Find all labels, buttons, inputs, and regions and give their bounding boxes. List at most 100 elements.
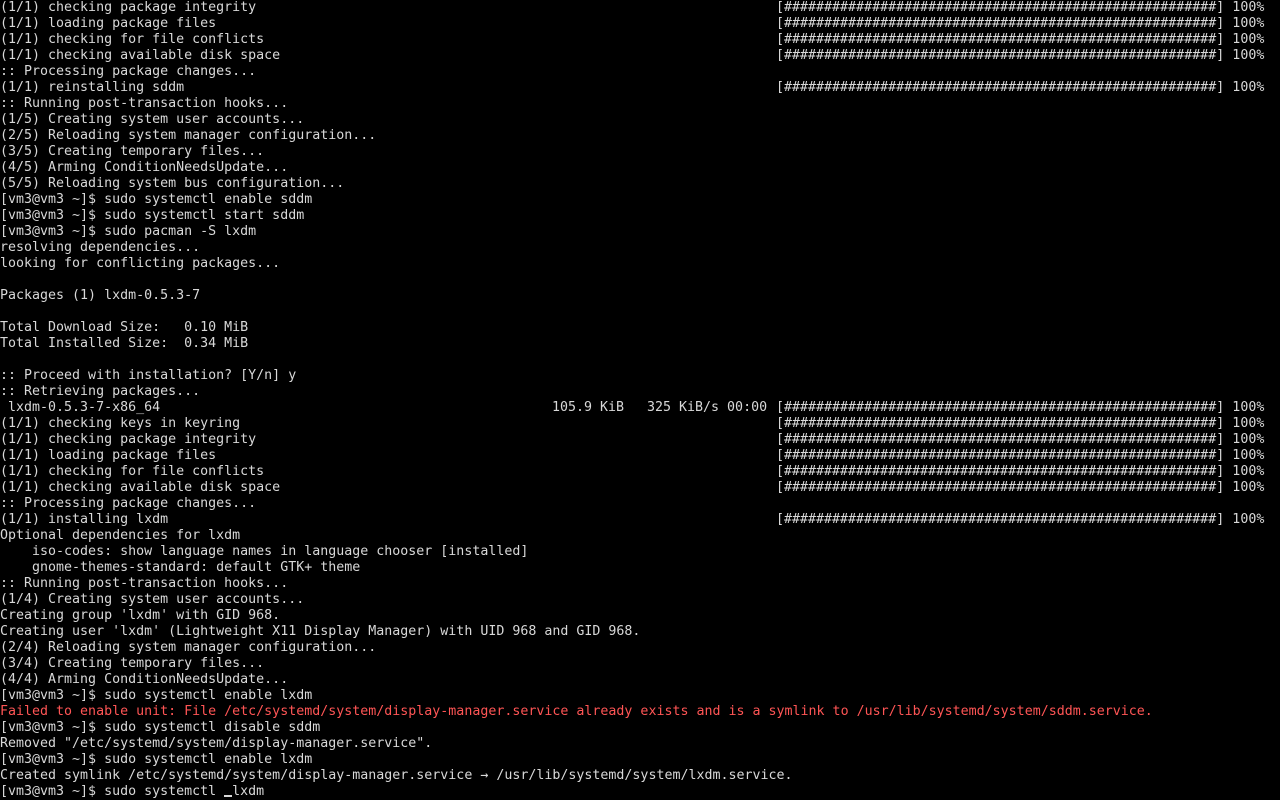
output-line: (1/1) checking package integrity [#######… [0,432,1280,448]
output-line: looking for conflicting packages... [0,256,1280,272]
command-prompt-line[interactable]: [vm3@vm3 ~]$ sudo systemctl lxdm [0,784,1280,800]
progress-bar: [#######################################… [776,512,1265,527]
output-line: Creating user 'lxdm' (Lightweight X11 Di… [0,624,1280,640]
output-line: (1/1) installing lxdm [##################… [0,512,1280,528]
download-rate: 325 KiB/s 00:00 [647,400,768,415]
progress-bar: [#######################################… [776,464,1265,479]
output-text: (2/5) Reloading system manager configura… [0,128,377,143]
output-text: gnome-themes-standard: default GTK+ them… [0,560,361,575]
output-text: :: Proceed with installation? [Y/n] y [0,368,297,383]
output-text: (1/4) Creating system user accounts... [0,592,305,607]
output-line: (1/1) checking for file conflicts [######… [0,32,1280,48]
output-text: [vm3@vm3 ~]$ sudo systemctl start sddm [0,208,305,223]
output-line: (1/1) checking available disk space [####… [0,480,1280,496]
output-line: Removed "/etc/systemd/system/display-man… [0,736,1280,752]
output-text: :: Running post-transaction hooks... [0,576,289,591]
output-text: Optional dependencies for lxdm [0,528,241,543]
progress-bar: [#######################################… [776,80,1265,95]
output-text: (1/1) loading package files [0,448,217,463]
output-line: gnome-themes-standard: default GTK+ them… [0,560,1280,576]
output-text: (3/5) Creating temporary files... [0,144,265,159]
progress-bar: [#######################################… [776,416,1265,431]
output-line: (1/1) checking for file conflicts [######… [0,464,1280,480]
output-line: [vm3@vm3 ~]$ sudo systemctl enable sddm [0,192,1280,208]
output-line: [vm3@vm3 ~]$ sudo pacman -S lxdm [0,224,1280,240]
output-text: Created symlink /etc/systemd/system/disp… [0,768,793,783]
output-line: (1/1) checking package integrity [#######… [0,0,1280,16]
output-text: Packages (1) lxdm-0.5.3-7 [0,288,201,303]
terminal-screen[interactable]: (1/1) checking package integrity [#######… [0,0,1280,800]
output-text: :: Retrieving packages... [0,384,201,399]
output-line: resolving dependencies... [0,240,1280,256]
progress-bar: [#######################################… [776,480,1265,495]
progress-bar: [#######################################… [776,400,1265,415]
output-line: Total Download Size: 0.10 MiB [0,320,1280,336]
output-text: Creating user 'lxdm' (Lightweight X11 Di… [0,624,641,639]
output-text: [vm3@vm3 ~]$ sudo systemctl enable sddm [0,192,313,207]
output-text: :: Running post-transaction hooks... [0,96,289,111]
output-line: :: Running post-transaction hooks... [0,576,1280,592]
output-text: (5/5) Reloading system bus configuration… [0,176,345,191]
output-text: [vm3@vm3 ~]$ sudo systemctl enable lxdm [0,688,313,703]
output-line: (1/5) Creating system user accounts... [0,112,1280,128]
output-line: :: Retrieving packages... [0,384,1280,400]
output-line: Packages (1) lxdm-0.5.3-7 [0,288,1280,304]
output-line: [vm3@vm3 ~]$ sudo systemctl start sddm [0,208,1280,224]
output-text: (1/1) reinstalling sddm [0,80,185,95]
output-text: :: Processing package changes... [0,64,257,79]
output-line: (1/1) reinstalling sddm [################… [0,80,1280,96]
prompt-input[interactable]: lxdm [232,784,264,799]
output-line: Total Installed Size: 0.34 MiB [0,336,1280,352]
output-text: Creating group 'lxdm' with GID 968. [0,608,281,623]
download-size: 105.9 KiB [552,400,625,415]
output-text: resolving dependencies... [0,240,201,255]
output-line: [vm3@vm3 ~]$ sudo systemctl enable lxdm [0,752,1280,768]
output-text: (1/1) checking for file conflicts [0,464,265,479]
output-line: (2/5) Reloading system manager configura… [0,128,1280,144]
output-line: (4/4) Arming ConditionNeedsUpdate... [0,672,1280,688]
output-line: :: Processing package changes... [0,64,1280,80]
output-line: lxdm-0.5.3-7-x86_64 105.9 KiB 325 KiB/s 00… [0,400,1280,416]
output-text: [vm3@vm3 ~]$ sudo systemctl enable lxdm [0,752,313,767]
output-line: (1/1) checking keys in keyring [#########… [0,416,1280,432]
output-text: (2/4) Reloading system manager configura… [0,640,377,655]
output-text: lxdm-0.5.3-7-x86_64 [0,400,161,415]
output-text: Failed to enable unit: File /etc/systemd… [0,704,1153,719]
prompt-text: [vm3@vm3 ~]$ sudo systemctl [0,784,225,799]
output-line: :: Running post-transaction hooks... [0,96,1280,112]
output-text: (4/4) Arming ConditionNeedsUpdate... [0,672,289,687]
output-text: (1/1) checking keys in keyring [0,416,241,431]
output-text: [vm3@vm3 ~]$ sudo pacman -S lxdm [0,224,257,239]
output-text: (1/1) checking package integrity [0,0,257,15]
output-text: iso-codes: show language names in langua… [0,544,529,559]
error-line: Failed to enable unit: File /etc/systemd… [0,704,1280,720]
output-line: [vm3@vm3 ~]$ sudo systemctl disable sddm [0,720,1280,736]
output-text: (1/1) checking package integrity [0,432,257,447]
output-text: (3/4) Creating temporary files... [0,656,265,671]
output-text: (1/5) Creating system user accounts... [0,112,305,127]
output-line: (4/5) Arming ConditionNeedsUpdate... [0,160,1280,176]
output-line: (2/4) Reloading system manager configura… [0,640,1280,656]
output-line: (3/4) Creating temporary files... [0,656,1280,672]
output-line: :: Processing package changes... [0,496,1280,512]
progress-bar: [#######################################… [776,48,1265,63]
output-line: (3/5) Creating temporary files... [0,144,1280,160]
terminal-output: (1/1) checking package integrity [#######… [0,0,1280,784]
progress-bar: [#######################################… [776,32,1265,47]
output-text: :: Processing package changes... [0,496,257,511]
progress-bar: [#######################################… [776,0,1265,15]
output-text: Total Download Size: 0.10 MiB [0,320,249,335]
output-line: (1/1) loading package files [############… [0,16,1280,32]
output-line: iso-codes: show language names in langua… [0,544,1280,560]
output-line: Created symlink /etc/systemd/system/disp… [0,768,1280,784]
output-text: (1/1) checking available disk space [0,480,281,495]
output-line: Creating group 'lxdm' with GID 968. [0,608,1280,624]
output-text: [vm3@vm3 ~]$ sudo systemctl disable sddm [0,720,321,735]
text-cursor [224,795,233,797]
output-line: Optional dependencies for lxdm [0,528,1280,544]
output-text: (1/1) loading package files [0,16,217,31]
output-text: (1/1) installing lxdm [0,512,169,527]
